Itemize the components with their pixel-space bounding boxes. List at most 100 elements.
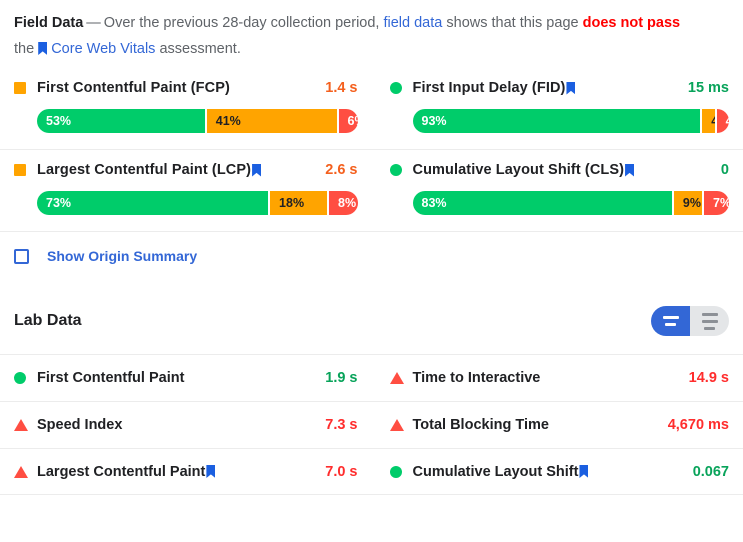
list-compact-icon [665, 323, 676, 326]
show-origin-summary-checkbox[interactable] [14, 248, 29, 264]
lab-metric-label: Largest Contentful Paint [37, 463, 206, 480]
field-data-link[interactable]: field data [383, 15, 442, 31]
distribution-segment-good: 93% [412, 109, 701, 133]
segment-label: 93% [421, 114, 447, 128]
segment-label: 73% [46, 196, 72, 210]
status-circle-green-icon [389, 465, 402, 478]
distribution-segment-good: 83% [412, 191, 672, 215]
distribution-bar: 53% 41% 6% [37, 109, 358, 133]
field-metric-cls: Cumulative Layout Shift (CLS) 0 83% 9% 7… [371, 150, 743, 232]
status-circle-green-icon [389, 82, 402, 94]
segment-label: 8% [338, 196, 357, 210]
segment-label: 9% [682, 196, 701, 210]
distribution-segment-good: 53% [37, 109, 205, 133]
lab-metric-cumulative-layout-shift: Cumulative Layout Shift 0.067 [371, 448, 743, 495]
metric-header: First Contentful Paint (FCP) 1.4 s [14, 80, 358, 96]
status-square-orange-icon [14, 164, 26, 176]
distribution-segment-poor: 8% [329, 191, 358, 215]
metric-value: 15 ms [687, 80, 729, 96]
lab-metric-value: 7.3 s [325, 417, 358, 433]
metric-header: Cumulative Layout Shift (CLS) 0 [389, 162, 729, 178]
assessment-result: does not pass [582, 15, 681, 31]
metric-header: Largest Contentful Paint (LCP) 2.6 s [14, 162, 358, 178]
distribution-segment-average: 18% [270, 191, 328, 215]
lab-metric-label: Time to Interactive [412, 370, 541, 386]
status-square-orange-icon [14, 82, 26, 94]
lab-metrics-grid: First Contentful Paint 1.9 s Time to Int… [0, 354, 743, 495]
lab-metric-label: First Contentful Paint [37, 370, 185, 386]
status-circle-green-icon [14, 372, 26, 384]
lab-data-title: Lab Data [14, 312, 82, 329]
lab-metric-value: 0.067 [692, 463, 729, 480]
segment-label: 7% [713, 196, 729, 210]
field-metric-lcp: Largest Contentful Paint (LCP) 2.6 s 73%… [0, 150, 372, 232]
lab-metric-label: Total Blocking Time [412, 417, 549, 433]
lab-data-header: Lab Data [0, 278, 743, 344]
metric-label: Cumulative Layout Shift (CLS) [412, 162, 625, 178]
field-data-sentence-part4: assessment. [159, 41, 241, 57]
lab-metric-largest-contentful-paint: Largest Contentful Paint 7.0 s [0, 448, 372, 495]
bookmark-icon [579, 465, 589, 478]
lab-metric-value: 7.0 s [325, 463, 358, 480]
lab-metric-total-blocking-time: Total Blocking Time 4,670 ms [371, 401, 743, 448]
origin-summary-row[interactable]: Show Origin Summary [0, 232, 743, 278]
field-data-sentence-part3: the [14, 41, 35, 57]
list-compact-icon-button[interactable] [651, 306, 690, 336]
distribution-bar: 83% 9% 7% [412, 191, 729, 215]
metric-header: First Input Delay (FID) 15 ms [389, 80, 729, 96]
status-triangle-red-icon [389, 419, 404, 431]
segment-label: 18% [279, 196, 305, 210]
status-circle-green-icon [389, 164, 402, 176]
field-metrics-grid: First Contentful Paint (FCP) 1.4 s 53% 4… [0, 68, 743, 232]
lab-view-toggle-group [651, 306, 729, 336]
bookmark-icon [38, 42, 48, 55]
lab-metric-label: Speed Index [37, 417, 123, 433]
segment-label: 6% [347, 114, 358, 128]
segment-label: 83% [421, 196, 447, 210]
distribution-bar: 73% 18% 8% [37, 191, 358, 215]
lab-metric-time-to-interactive: Time to Interactive 14.9 s [371, 354, 743, 401]
field-data-summary: Field Data — Over the previous 28-day coll… [0, 0, 743, 62]
lab-metric-value: 4,670 ms [667, 417, 729, 433]
show-origin-summary-label[interactable]: Show Origin Summary [47, 248, 197, 264]
list-detailed-icon-button[interactable] [690, 306, 729, 336]
field-data-title: Field Data [14, 15, 84, 31]
metric-label: Largest Contentful Paint (LCP) [37, 162, 252, 178]
lab-metric-value: 1.9 s [325, 370, 358, 386]
distribution-segment-poor: 6% [338, 109, 358, 133]
core-web-vitals-link[interactable]: Core Web Vitals [51, 41, 155, 57]
list-compact-icon [662, 316, 679, 319]
distribution-segment-average: 4% [702, 109, 715, 133]
distribution-segment-average: 41% [206, 109, 337, 133]
field-data-sentence-part1: Over the previous 28-day collection peri… [103, 15, 380, 31]
distribution-segment-poor: 7% [704, 191, 729, 215]
segment-label: 4% [717, 114, 729, 128]
status-triangle-red-icon [14, 419, 28, 431]
bookmark-icon [252, 163, 262, 177]
distribution-segment-poor: 4% [716, 109, 729, 133]
metric-label: First Contentful Paint (FCP) [37, 80, 230, 96]
distribution-segment-good: 73% [37, 191, 269, 215]
status-triangle-red-icon [14, 465, 28, 478]
field-metric-fid: First Input Delay (FID) 15 ms 93% 4% 4% [371, 68, 743, 150]
lab-metric-speed-index: Speed Index 7.3 s [0, 401, 372, 448]
metric-value: 1.4 s [325, 80, 358, 96]
field-data-sentence-part2: shows that this page [446, 15, 579, 31]
lab-metric-value: 14.9 s [688, 370, 729, 386]
segment-label: 4% [702, 114, 714, 128]
bookmark-icon [206, 465, 216, 478]
distribution-segment-average: 9% [673, 191, 702, 215]
field-metric-fcp: First Contentful Paint (FCP) 1.4 s 53% 4… [0, 68, 372, 150]
lab-metric-label: Cumulative Layout Shift [412, 463, 579, 480]
list-detailed-icon [701, 312, 718, 316]
bookmark-icon [625, 163, 635, 177]
list-detailed-icon [701, 319, 718, 323]
lab-metric-first-contentful-paint: First Contentful Paint 1.9 s [0, 354, 372, 401]
distribution-bar: 93% 4% 4% [412, 109, 729, 133]
metric-value: 2.6 s [325, 162, 358, 178]
metric-label: First Input Delay (FID) [412, 80, 566, 96]
segment-label: 41% [215, 114, 241, 128]
metric-value: 0 [720, 162, 729, 178]
pagespeed-report: Field Data — Over the previous 28-day coll… [0, 0, 743, 542]
status-triangle-red-icon [389, 372, 404, 384]
